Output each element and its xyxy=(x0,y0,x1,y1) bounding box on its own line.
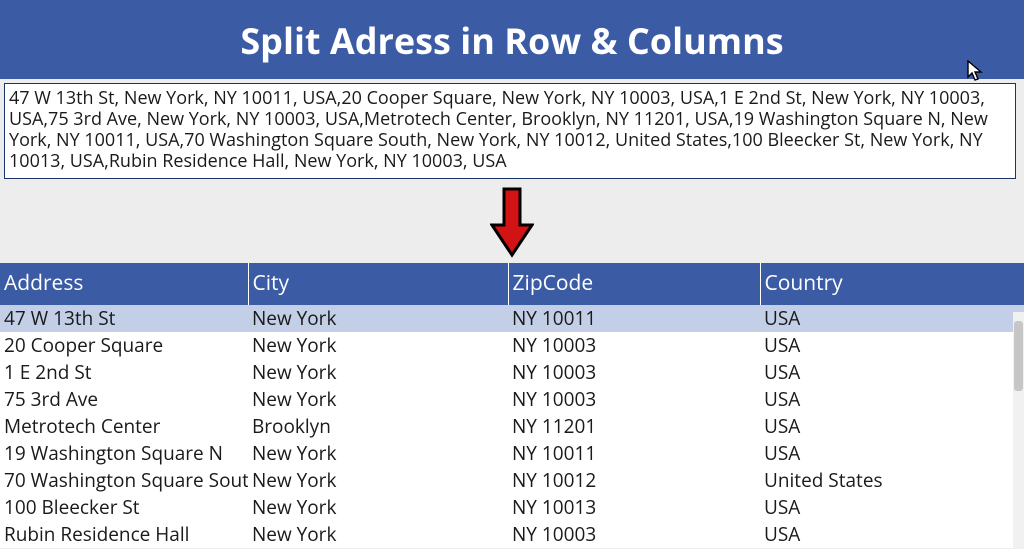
cell-zip[interactable]: NY 10003 xyxy=(508,386,760,413)
cell-address[interactable]: 20 Cooper Square xyxy=(0,332,248,359)
table-row[interactable]: 47 W 13th StNew YorkNY 10011USA xyxy=(0,305,1024,332)
cell-country[interactable]: United States xyxy=(760,467,1024,494)
cell-address[interactable]: 47 W 13th St xyxy=(0,305,248,332)
cell-address[interactable]: 75 3rd Ave xyxy=(0,386,248,413)
cell-city[interactable]: Brooklyn xyxy=(248,413,508,440)
table-body: 47 W 13th StNew YorkNY 10011USA20 Cooper… xyxy=(0,305,1024,548)
cell-city[interactable]: New York xyxy=(248,521,508,548)
scrollbar-thumb[interactable] xyxy=(1014,321,1023,391)
cell-zip[interactable]: NY 11201 xyxy=(508,413,760,440)
table-row[interactable]: 75 3rd AveNew YorkNY 10003USA xyxy=(0,386,1024,413)
cell-zip[interactable]: NY 10012 xyxy=(508,467,760,494)
cell-zip[interactable]: NY 10013 xyxy=(508,494,760,521)
cell-zip[interactable]: NY 10003 xyxy=(508,521,760,548)
arrow-down-icon xyxy=(0,179,1024,263)
raw-address-text[interactable]: 47 W 13th St, New York, NY 10011, USA,20… xyxy=(4,83,1016,179)
table-header-row[interactable]: Address City ZipCode Country xyxy=(0,263,1024,305)
cell-city[interactable]: New York xyxy=(248,332,508,359)
cell-address[interactable]: 1 E 2nd St xyxy=(0,359,248,386)
result-table: Address City ZipCode Country 47 W 13th S… xyxy=(0,263,1024,548)
cell-country[interactable]: USA xyxy=(760,332,1024,359)
cell-country[interactable]: USA xyxy=(760,386,1024,413)
col-header-address[interactable]: Address xyxy=(0,263,248,305)
cell-country[interactable]: USA xyxy=(760,521,1024,548)
cell-city[interactable]: New York xyxy=(248,440,508,467)
table-row[interactable]: 100 Bleecker StNew YorkNY 10013USA xyxy=(0,494,1024,521)
table-row[interactable]: Rubin Residence HallNew YorkNY 10003USA xyxy=(0,521,1024,548)
cell-city[interactable]: New York xyxy=(248,494,508,521)
cell-country[interactable]: USA xyxy=(760,305,1024,332)
table-row[interactable]: Metrotech CenterBrooklynNY 11201USA xyxy=(0,413,1024,440)
cell-country[interactable]: USA xyxy=(760,494,1024,521)
col-header-country[interactable]: Country xyxy=(760,263,1024,305)
table-row[interactable]: 1 E 2nd StNew YorkNY 10003USA xyxy=(0,359,1024,386)
scrollbar-track xyxy=(1013,312,1024,549)
table-row[interactable]: 20 Cooper SquareNew YorkNY 10003USA xyxy=(0,332,1024,359)
table-row[interactable]: 19 Washington Square NNew YorkNY 10011US… xyxy=(0,440,1024,467)
col-header-zip[interactable]: ZipCode xyxy=(508,263,760,305)
col-header-city[interactable]: City xyxy=(248,263,508,305)
cell-city[interactable]: New York xyxy=(248,467,508,494)
cell-city[interactable]: New York xyxy=(248,305,508,332)
cell-zip[interactable]: NY 10003 xyxy=(508,332,760,359)
cell-zip[interactable]: NY 10011 xyxy=(508,305,760,332)
page-title: Split Adress in Row & Columns xyxy=(0,16,1024,65)
cell-country[interactable]: USA xyxy=(760,359,1024,386)
cell-address[interactable]: 19 Washington Square N xyxy=(0,440,248,467)
cell-country[interactable]: USA xyxy=(760,413,1024,440)
cell-country[interactable]: USA xyxy=(760,440,1024,467)
table-row[interactable]: 70 Washington Square SouthNew YorkNY 100… xyxy=(0,467,1024,494)
cell-address[interactable]: 70 Washington Square South xyxy=(0,467,248,494)
cell-address[interactable]: Rubin Residence Hall xyxy=(0,521,248,548)
cell-zip[interactable]: NY 10003 xyxy=(508,359,760,386)
title-bar: Split Adress in Row & Columns xyxy=(0,0,1024,79)
cell-address[interactable]: Metrotech Center xyxy=(0,413,248,440)
cell-city[interactable]: New York xyxy=(248,359,508,386)
cell-address[interactable]: 100 Bleecker St xyxy=(0,494,248,521)
cell-zip[interactable]: NY 10011 xyxy=(508,440,760,467)
cell-city[interactable]: New York xyxy=(248,386,508,413)
